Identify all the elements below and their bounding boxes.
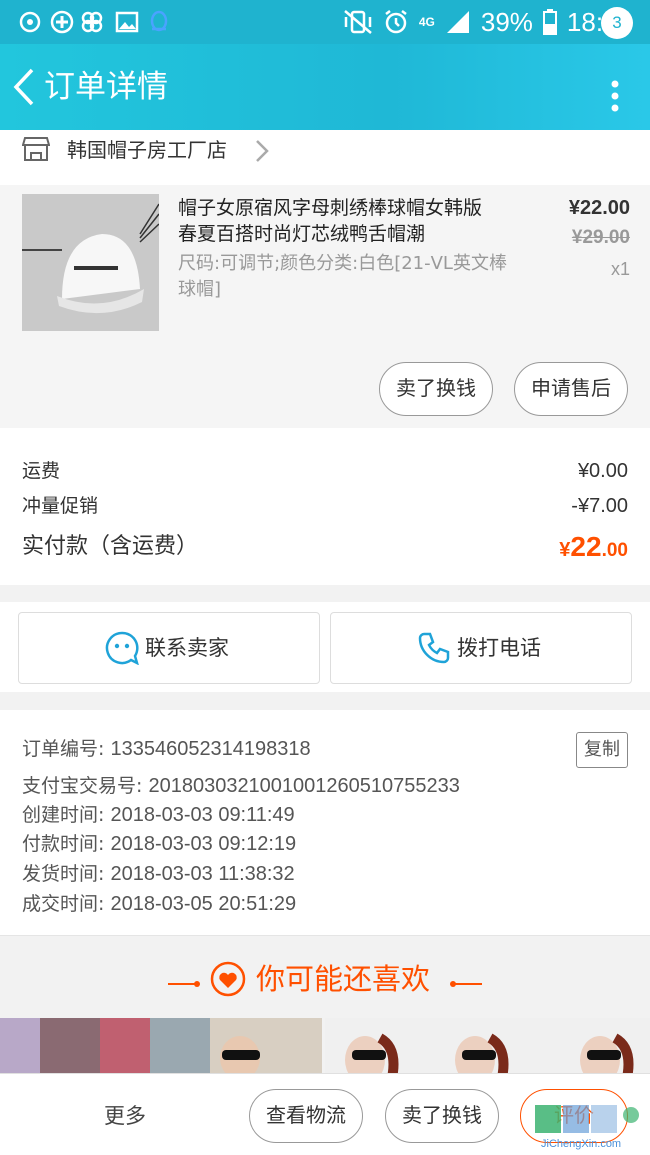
shipped-time: 2018-03-03 11:38:32 xyxy=(110,863,295,885)
chat-icon xyxy=(105,631,139,665)
contact-seller-label: 联系卖家 xyxy=(145,636,229,660)
promo-label: 冲量促销 xyxy=(22,495,99,517)
created-time: 2018-03-03 09:11:49 xyxy=(110,804,295,826)
plus-circle-icon xyxy=(50,10,74,34)
order-number-label: 订单编号: xyxy=(22,738,105,760)
created-label: 创建时间: xyxy=(22,804,105,826)
completed-time: 2018-03-05 20:51:29 xyxy=(110,893,297,915)
completed-label: 成交时间: xyxy=(22,893,105,915)
recommend-image xyxy=(0,1018,322,1073)
total-currency: ¥ xyxy=(559,539,571,561)
total-value: ¥22.00 xyxy=(559,528,628,570)
product-quantity: x1 xyxy=(610,259,630,279)
product-image[interactable] xyxy=(22,194,159,331)
divider-dot xyxy=(194,981,200,987)
product-price: ¥22.00 xyxy=(568,197,630,219)
resell-bottom-button[interactable]: 卖了换钱 xyxy=(385,1089,499,1143)
total-row: 实付款（含运费） ¥22.00 xyxy=(22,528,628,566)
product-original-price: ¥29.00 xyxy=(571,227,630,248)
divider-line xyxy=(452,983,482,985)
order-number-row: 订单编号: 133546052314198318 xyxy=(22,735,311,763)
completed-row: 成交时间: 2018-03-05 20:51:29 xyxy=(22,890,296,918)
product-card[interactable]: 帽子女原宿风字母刺绣棒球帽女韩版春夏百搭时尚灯芯绒鸭舌帽潮 尺码:可调节;颜色分… xyxy=(0,185,650,428)
call-phone-label: 拨打电话 xyxy=(457,636,541,660)
shop-row[interactable]: 韩国帽子房工厂店 xyxy=(0,130,650,185)
shipped-label: 发货时间: xyxy=(22,863,105,885)
call-phone-button[interactable]: 拨打电话 xyxy=(330,612,632,684)
total-decimal: .00 xyxy=(601,540,628,561)
more-link[interactable]: 更多 xyxy=(104,1100,146,1130)
qq-icon xyxy=(150,10,168,32)
promo-value: -¥7.00 xyxy=(571,495,628,517)
nav-bar: 订单详情 xyxy=(0,44,650,130)
battery-icon xyxy=(542,9,557,35)
product-sku: 尺码:可调节;颜色分类:白色[21-VL英文棒球帽] xyxy=(178,253,507,300)
watermark-logo: JiChengXin.com xyxy=(535,1105,639,1150)
recommend-grid[interactable] xyxy=(0,1018,650,1073)
alarm-icon xyxy=(385,10,407,34)
shop-name: 韩国帽子房工厂店 xyxy=(67,138,227,162)
shipped-row: 发货时间: 2018-03-03 11:38:32 xyxy=(22,860,295,888)
view-logistics-button[interactable]: 查看物流 xyxy=(249,1089,363,1143)
more-menu-icon[interactable] xyxy=(608,74,622,116)
recommend-item[interactable] xyxy=(325,1018,650,1073)
shipping-row: 运费 ¥0.00 xyxy=(22,456,628,486)
alipay-label: 支付宝交易号: xyxy=(22,775,143,797)
fee-summary: 运费 ¥0.00 冲量促销 -¥7.00 实付款（含运费） ¥22.00 xyxy=(0,428,650,585)
recommend-item[interactable] xyxy=(0,1018,322,1073)
alipay-row: 支付宝交易号: 2018030321001001260510755233 xyxy=(22,772,460,800)
contact-section: 联系卖家 拨打电话 xyxy=(0,602,650,692)
image-icon xyxy=(115,11,139,33)
shop-icon xyxy=(22,137,50,161)
order-number: 133546052314198318 xyxy=(110,738,311,760)
product-title[interactable]: 帽子女原宿风字母刺绣棒球帽女韩版春夏百搭时尚灯芯绒鸭舌帽潮 xyxy=(178,195,498,247)
signal-icon xyxy=(446,11,469,33)
vibrate-mute-icon xyxy=(344,10,372,34)
shipping-value: ¥0.00 xyxy=(577,460,628,482)
recommend-title: 你可能还喜欢 xyxy=(256,962,431,996)
contact-seller-button[interactable]: 联系卖家 xyxy=(18,612,320,684)
created-row: 创建时间: 2018-03-03 09:11:49 xyxy=(22,801,295,829)
alipay-number: 2018030321001001260510755233 xyxy=(148,775,460,797)
message-badge: 3 xyxy=(601,7,633,39)
status-bar: 4G 39% 18:26 xyxy=(0,0,650,44)
watermark-text: JiChengXin.com xyxy=(541,1138,621,1150)
paid-time: 2018-03-03 09:12:19 xyxy=(110,833,297,855)
paid-row: 付款时间: 2018-03-03 09:12:19 xyxy=(22,830,296,858)
flower-app-icon xyxy=(81,11,103,33)
page-title: 订单详情 xyxy=(44,69,168,105)
total-label: 实付款（含运费） xyxy=(22,534,199,559)
resell-button[interactable]: 卖了换钱 xyxy=(379,362,493,416)
phone-icon xyxy=(418,632,450,664)
recommend-header: 你可能还喜欢 xyxy=(0,935,650,1018)
copy-button[interactable]: 复制 xyxy=(576,732,628,768)
app-notification-icon xyxy=(19,11,41,33)
paid-label: 付款时间: xyxy=(22,833,105,855)
cap-image xyxy=(22,194,159,331)
shipping-label: 运费 xyxy=(22,460,61,482)
network-type: 4G xyxy=(418,15,435,29)
back-arrow-icon[interactable] xyxy=(10,66,40,108)
after-sales-button[interactable]: 申请售后 xyxy=(514,362,628,416)
heart-icon xyxy=(210,961,246,997)
total-integer: 22 xyxy=(570,531,602,562)
battery-percent: 39% xyxy=(480,6,533,37)
recommend-image xyxy=(325,1018,650,1073)
promo-row: 冲量促销 -¥7.00 xyxy=(22,491,628,521)
chevron-right-icon xyxy=(256,140,269,162)
order-info: 订单编号: 133546052314198318 复制 支付宝交易号: 2018… xyxy=(0,710,650,935)
